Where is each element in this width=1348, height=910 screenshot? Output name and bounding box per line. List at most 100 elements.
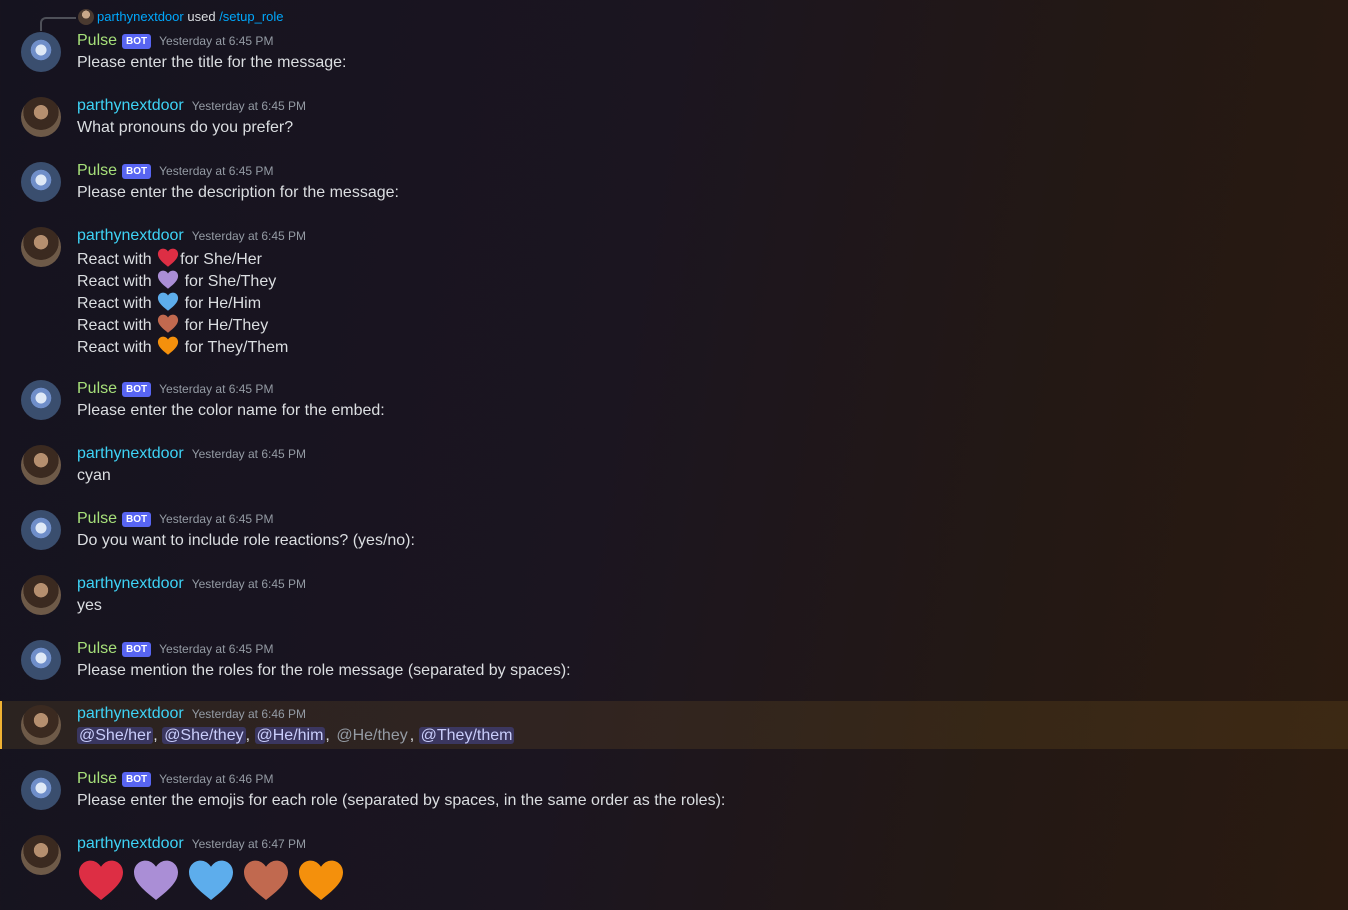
- bot-badge: BOT: [122, 163, 152, 179]
- bot-avatar[interactable]: [21, 380, 61, 420]
- reply-connector: [40, 17, 76, 31]
- timestamp[interactable]: Yesterday at 6:47 PM: [192, 837, 306, 851]
- mention-list: @She/her, @She/they, @He/him, @He/they, …: [77, 725, 515, 747]
- timestamp[interactable]: Yesterday at 6:45 PM: [192, 229, 306, 243]
- message-item[interactable]: parthynextdoor Yesterday at 6:45 PM Reac…: [0, 225, 1348, 359]
- author-name[interactable]: parthynextdoor: [77, 445, 184, 463]
- message-item[interactable]: Pulse BOT Yesterday at 6:45 PM Please en…: [0, 378, 1348, 424]
- timestamp[interactable]: Yesterday at 6:45 PM: [192, 99, 306, 113]
- author-name[interactable]: parthynextdoor: [77, 835, 184, 853]
- orange-heart-icon[interactable]: [297, 857, 345, 901]
- timestamp[interactable]: Yesterday at 6:46 PM: [159, 772, 273, 786]
- purple-heart-icon[interactable]: [157, 269, 179, 291]
- author-name[interactable]: Pulse: [77, 32, 117, 50]
- line-prefix: React with: [77, 339, 152, 356]
- timestamp[interactable]: Yesterday at 6:45 PM: [159, 642, 273, 656]
- emoji-row: [77, 857, 345, 901]
- message-line: React with for They/Them: [77, 335, 288, 359]
- role-mention[interactable]: @She/her: [77, 727, 154, 744]
- author-name[interactable]: Pulse: [77, 380, 117, 398]
- user-avatar[interactable]: [21, 97, 61, 137]
- author-name[interactable]: Pulse: [77, 640, 117, 658]
- separator: ,: [409, 727, 415, 744]
- bot-badge: BOT: [122, 771, 152, 787]
- user-avatar[interactable]: [21, 227, 61, 267]
- line-suffix: for She/Her: [180, 251, 262, 268]
- orange-heart-icon[interactable]: [157, 335, 179, 357]
- timestamp[interactable]: Yesterday at 6:46 PM: [192, 707, 306, 721]
- message-item[interactable]: Pulse BOT Yesterday at 6:45 PM Please en…: [0, 160, 1348, 206]
- bot-badge: BOT: [122, 381, 152, 397]
- user-avatar[interactable]: [21, 835, 61, 875]
- timestamp[interactable]: Yesterday at 6:45 PM: [192, 447, 306, 461]
- timestamp[interactable]: Yesterday at 6:45 PM: [159, 512, 273, 526]
- reply-used-label: used: [187, 9, 216, 24]
- blue-heart-icon[interactable]: [157, 291, 179, 313]
- red-heart-icon[interactable]: [77, 857, 125, 901]
- bot-badge: BOT: [122, 511, 152, 527]
- red-heart-icon[interactable]: [157, 247, 179, 269]
- bot-avatar[interactable]: [21, 510, 61, 550]
- message-item[interactable]: parthynextdoor Yesterday at 6:47 PM: [0, 833, 1348, 910]
- timestamp[interactable]: Yesterday at 6:45 PM: [192, 577, 306, 591]
- message-text: Please enter the color name for the embe…: [77, 402, 385, 419]
- author-name[interactable]: parthynextdoor: [77, 705, 184, 723]
- message-item[interactable]: Pulse BOT Yesterday at 6:45 PM Please me…: [0, 638, 1348, 684]
- user-avatar[interactable]: [21, 445, 61, 485]
- message-line: React with for She/They: [77, 269, 276, 293]
- timestamp[interactable]: Yesterday at 6:45 PM: [159, 34, 273, 48]
- line-prefix: React with: [77, 295, 152, 312]
- message-text: Do you want to include role reactions? (…: [77, 532, 415, 549]
- message-item[interactable]: parthynextdoor Yesterday at 6:45 PM What…: [0, 95, 1348, 141]
- line-suffix: for He/They: [184, 317, 269, 334]
- line-prefix: React with: [77, 317, 152, 334]
- author-name[interactable]: Pulse: [77, 510, 117, 528]
- reply-avatar[interactable]: [78, 9, 94, 25]
- message-item-highlighted[interactable]: parthynextdoor Yesterday at 6:46 PM @She…: [0, 701, 1348, 749]
- reply-username[interactable]: parthynextdoor: [97, 9, 184, 24]
- separator: ,: [325, 727, 330, 744]
- author-name[interactable]: Pulse: [77, 162, 117, 180]
- bot-badge: BOT: [122, 641, 152, 657]
- role-mention[interactable]: @She/they: [162, 727, 246, 744]
- timestamp[interactable]: Yesterday at 6:45 PM: [159, 382, 273, 396]
- reply-command[interactable]: /setup_role: [219, 9, 283, 24]
- role-mention[interactable]: @He/him: [254, 727, 326, 744]
- message-item[interactable]: Pulse BOT Yesterday at 6:45 PM Do you wa…: [0, 508, 1348, 554]
- message-text: What pronouns do you prefer?: [77, 119, 294, 136]
- message-item[interactable]: parthynextdoor Yesterday at 6:45 PM cyan: [0, 443, 1348, 489]
- purple-heart-icon[interactable]: [132, 857, 180, 901]
- message-text: Please mention the roles for the role me…: [77, 662, 571, 679]
- message-line: React with for He/They: [77, 313, 268, 337]
- message-text: Please enter the description for the mes…: [77, 184, 399, 201]
- separator: ,: [153, 727, 158, 744]
- reply-context[interactable]: parthynextdoor used /setup_role: [0, 0, 1348, 31]
- bot-avatar[interactable]: [21, 162, 61, 202]
- line-suffix: for They/Them: [184, 339, 289, 356]
- line-prefix: React with: [77, 273, 152, 290]
- user-avatar[interactable]: [21, 575, 61, 615]
- author-name[interactable]: parthynextdoor: [77, 97, 184, 115]
- separator: ,: [245, 727, 251, 744]
- message-item[interactable]: Pulse BOT Yesterday at 6:46 PM Please en…: [0, 768, 1348, 814]
- timestamp[interactable]: Yesterday at 6:45 PM: [159, 164, 273, 178]
- message-text: Please enter the title for the message:: [77, 54, 347, 71]
- bot-avatar[interactable]: [21, 32, 61, 72]
- bot-avatar[interactable]: [21, 770, 61, 810]
- message-line: React with for She/Her: [77, 247, 262, 271]
- author-name[interactable]: Pulse: [77, 770, 117, 788]
- author-name[interactable]: parthynextdoor: [77, 575, 184, 593]
- bot-badge: BOT: [122, 33, 152, 49]
- user-avatar[interactable]: [21, 705, 61, 745]
- brown-heart-icon[interactable]: [157, 313, 179, 335]
- brown-heart-icon[interactable]: [242, 857, 290, 901]
- role-mention[interactable]: @He/they: [334, 727, 409, 744]
- author-name[interactable]: parthynextdoor: [77, 227, 184, 245]
- message-line: React with for He/Him: [77, 291, 261, 315]
- message-item[interactable]: Pulse BOT Yesterday at 6:45 PM Please en…: [0, 30, 1348, 76]
- blue-heart-icon[interactable]: [187, 857, 235, 901]
- bot-avatar[interactable]: [21, 640, 61, 680]
- role-mention[interactable]: @They/them: [418, 727, 515, 744]
- message-item[interactable]: parthynextdoor Yesterday at 6:45 PM yes: [0, 573, 1348, 619]
- line-prefix: React with: [77, 251, 152, 268]
